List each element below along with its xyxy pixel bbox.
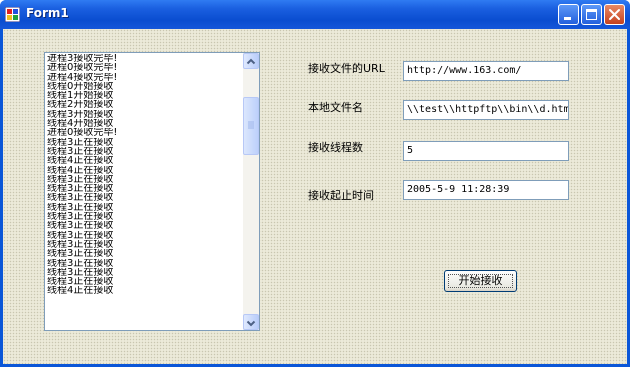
log-list-item[interactable]: 线程2开始接收: [47, 100, 243, 109]
maximize-button[interactable]: [581, 4, 602, 25]
log-list-item[interactable]: 线程3正在接收: [47, 184, 243, 193]
local-file-label: 本地文件名: [308, 101, 363, 114]
scroll-down-button[interactable]: [243, 314, 259, 330]
scroll-up-button[interactable]: [243, 53, 259, 69]
minimize-icon: [564, 17, 571, 20]
log-list-item[interactable]: 线程3正在接收: [47, 175, 243, 184]
app-window: Form1 进程3接收完毕! 进程0接收完毕! 进程4接收完毕! 线程0开始接收 线程1…: [0, 0, 630, 367]
url-field[interactable]: http://www.163.com/: [403, 61, 569, 81]
log-list-item[interactable]: 线程3正在接收: [47, 138, 243, 147]
log-list-items: 进程3接收完毕! 进程0接收完毕! 进程4接收完毕! 线程0开始接收 线程1开始接收 线程…: [47, 54, 243, 296]
log-list-item[interactable]: 进程3接收完毕!: [47, 54, 243, 63]
log-list-item[interactable]: 线程3正在接收: [47, 212, 243, 221]
log-list-item[interactable]: 线程4开始接收: [47, 119, 243, 128]
log-list-item[interactable]: 线程3正在接收: [47, 231, 243, 240]
close-button[interactable]: [604, 4, 625, 25]
log-list-item[interactable]: 线程3正在接收: [47, 203, 243, 212]
url-label: 接收文件的URL: [308, 62, 385, 75]
log-list-item[interactable]: 线程3正在接收: [47, 193, 243, 202]
minimize-button[interactable]: [558, 4, 579, 25]
chevron-down-icon: [246, 320, 256, 327]
log-list-item[interactable]: 线程3正在接收: [47, 240, 243, 249]
time-range-label: 接收起止时间: [308, 189, 374, 202]
window-title: Form1: [26, 6, 69, 20]
log-listbox[interactable]: 进程3接收完毕! 进程0接收完毕! 进程4接收完毕! 线程0开始接收 线程1开始接收 线程…: [44, 52, 260, 331]
maximize-icon: [586, 9, 597, 20]
thread-count-field[interactable]: 5: [403, 141, 569, 161]
log-list-item[interactable]: 线程4正在接收: [47, 166, 243, 175]
start-receive-button-label: 开始接收: [458, 274, 503, 287]
grip-icon: [248, 121, 254, 129]
form-client-area: 进程3接收完毕! 进程0接收完毕! 进程4接收完毕! 线程0开始接收 线程1开始接收 线程…: [3, 29, 627, 364]
log-list-item[interactable]: 线程3正在接收: [47, 249, 243, 258]
log-list-item[interactable]: 进程4接收完毕!: [47, 73, 243, 82]
log-list-item[interactable]: 进程0接收完毕!: [47, 63, 243, 72]
local-file-field[interactable]: \\test\\httpftp\\bin\\d.htm: [403, 100, 569, 120]
log-list-item[interactable]: 线程0开始接收: [47, 82, 243, 91]
log-list-item[interactable]: 线程3正在接收: [47, 259, 243, 268]
log-list-item[interactable]: 线程3正在接收: [47, 221, 243, 230]
log-list-item[interactable]: 线程3开始接收: [47, 110, 243, 119]
app-icon: [5, 7, 20, 22]
start-receive-button[interactable]: 开始接收: [444, 270, 517, 292]
title-bar[interactable]: Form1: [0, 0, 630, 29]
scroll-thumb[interactable]: [243, 97, 259, 155]
log-list-item[interactable]: 进程0接收完毕!: [47, 128, 243, 137]
log-list-item[interactable]: 线程3正在接收: [47, 277, 243, 286]
log-list-item[interactable]: 线程4正在接收: [47, 156, 243, 165]
thread-count-label: 接收线程数: [308, 141, 363, 154]
log-list-item[interactable]: 线程3正在接收: [47, 268, 243, 277]
time-range-field[interactable]: 2005-5-9 11:28:39: [403, 180, 569, 200]
log-list-item[interactable]: 线程1开始接收: [47, 91, 243, 100]
log-list-item[interactable]: 线程3正在接收: [47, 147, 243, 156]
chevron-up-icon: [246, 58, 256, 65]
close-icon: [609, 9, 620, 20]
log-list-item[interactable]: 线程4正在接收: [47, 286, 243, 295]
vertical-scrollbar[interactable]: [243, 53, 259, 330]
